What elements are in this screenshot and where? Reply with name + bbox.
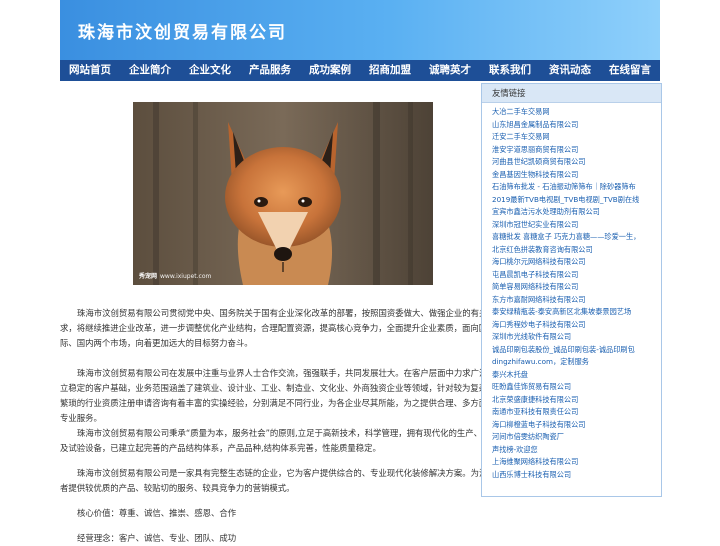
friend-link[interactable]: 旺盼鑫佳饰贸易有限公司	[492, 381, 661, 394]
nav-home[interactable]: 网站首页	[60, 60, 120, 81]
photo-watermark: 秀宠网 www.ixiupet.com	[139, 271, 211, 280]
friend-link[interactable]: 海口柳橙蓝电子科技有限公司	[492, 419, 661, 432]
quality-paragraph: 珠海市汶创贸易有限公司秉承“质量为本，服务社会”的原则,立足于高新技术，科学管理…	[60, 428, 499, 453]
nav-franchise[interactable]: 招商加盟	[360, 60, 420, 81]
site-title: 珠海市汶创贸易有限公司	[78, 23, 287, 43]
friend-link[interactable]: 2019最新TVB电视剧_TVB电视剧_TVB剧在线	[492, 194, 661, 207]
friend-link[interactable]: 南通市亚科技有限责任公司	[492, 406, 661, 419]
friend-link[interactable]: 金昌基因生物科技有限公司	[492, 169, 661, 182]
nav-culture[interactable]: 企业文化	[180, 60, 240, 81]
nav-contact[interactable]: 联系我们	[480, 60, 540, 81]
site-header: 珠海市汶创贸易有限公司	[60, 0, 660, 60]
friend-link[interactable]: 淮安宇道思丽商贸有限公司	[492, 144, 661, 157]
nav-cases[interactable]: 成功案例	[300, 60, 360, 81]
friend-link[interactable]: 泰安绿精瓶装-泰安高新区北集坡泰景园艺场	[492, 306, 661, 319]
main-nav: 网站首页 企业简介 企业文化 产品服务 成功案例 招商加盟 诚聘英才 联系我们 …	[60, 60, 660, 81]
watermark-url: www.ixiupet.com	[160, 273, 212, 280]
friend-link[interactable]: 声找榜-欢迎您	[492, 444, 661, 457]
friend-links-list: 大冶二手车交易网 山东旭昌金属制品有限公司 迁安二手车交易网 淮安宇道思丽商贸有…	[482, 103, 661, 481]
friend-link[interactable]: 北京红色拼装教育咨询有限公司	[492, 244, 661, 257]
nav-jobs[interactable]: 诚聘英才	[420, 60, 480, 81]
friend-link[interactable]: 深圳市冠世纪实业有限公司	[492, 219, 661, 232]
friend-link[interactable]: 河曲县世纪凯硕商贸有限公司	[492, 156, 661, 169]
friend-link[interactable]: 宜宾市鑫洁污水处理助剂有限公司	[492, 206, 661, 219]
friend-link[interactable]: 山西乐博士科技有限公司	[492, 469, 661, 482]
friend-link[interactable]: 海口秀程妙电子科技有限公司	[492, 319, 661, 332]
friend-link[interactable]: 海口桃尔元网络科技有限公司	[492, 256, 661, 269]
nav-message[interactable]: 在线留言	[600, 60, 660, 81]
nav-news[interactable]: 资讯动态	[540, 60, 600, 81]
nav-about[interactable]: 企业简介	[120, 60, 180, 81]
friend-link[interactable]: 深圳市光线软件有限公司	[492, 331, 661, 344]
nav-products[interactable]: 产品服务	[240, 60, 300, 81]
ecosystem-paragraph: 珠海市汶创贸易有限公司是一家具有完整生态链的企业，它为客户提供综合的、专业现代化…	[60, 468, 496, 493]
intro-paragraph: 珠海市汶创贸易有限公司贯彻党中央、国务院关于国有企业深化改革的部署，按照国资委做…	[60, 308, 496, 348]
friend-link[interactable]: 诚品印刷包装股份_诚品印刷包装-诚品印刷包	[492, 344, 661, 357]
core-values: 核心价值：尊重、诚信、推崇、感恩、合作	[77, 508, 237, 518]
friend-link[interactable]: 泰兴木托盘	[492, 369, 661, 382]
friend-link[interactable]: 东方市嘉耐网络科技有限公司	[492, 294, 661, 307]
friend-link[interactable]: 石油筛布批发 - 石油振动筛筛布｜除砂器筛布	[492, 181, 661, 194]
friend-link[interactable]: 屯昌晨凯电子科技有限公司	[492, 269, 661, 282]
friend-link[interactable]: 北京荣盛康捷科技有限公司	[492, 394, 661, 407]
friend-link[interactable]: dingzhifawu.com，定制服务	[492, 356, 661, 369]
friend-link[interactable]: 喜糖批发 喜糖盒子 巧克力喜糖——珍爱一生，	[492, 231, 661, 244]
friend-link[interactable]: 河间市倍雯纺织陶瓷厂	[492, 431, 661, 444]
friend-link[interactable]: 大冶二手车交易网	[492, 106, 661, 119]
friend-link[interactable]: 山东旭昌金属制品有限公司	[492, 119, 661, 132]
page: 珠海市汶创贸易有限公司 网站首页 企业简介 企业文化 产品服务 成功案例 招商加…	[60, 0, 662, 543]
business-philosophy: 经营理念：客户、诚信、专业、团队、成功	[77, 533, 237, 543]
partners-paragraph: 珠海市汶创贸易有限公司在发展中注重与业界人士合作交流，强强联手，共同发展壮大。在…	[60, 368, 496, 423]
main-area: 秀宠网 www.ixiupet.com 珠海市汶创贸易有限公司贯彻党中央、国务院关…	[60, 81, 662, 543]
friend-link[interactable]: 简单容易网络科技有限公司	[492, 281, 661, 294]
watermark-logo: 秀宠网	[139, 273, 158, 280]
friend-links-title: 友情链接	[482, 84, 661, 103]
friend-link[interactable]: 迁安二手车交易网	[492, 131, 661, 144]
friend-links-panel: 友情链接 大冶二手车交易网 山东旭昌金属制品有限公司 迁安二手车交易网 淮安宇道…	[481, 83, 662, 497]
fox-photo: 秀宠网 www.ixiupet.com	[133, 102, 433, 285]
friend-link[interactable]: 上海维聚网络科技有限公司	[492, 456, 661, 469]
fox-illustration	[133, 102, 433, 285]
